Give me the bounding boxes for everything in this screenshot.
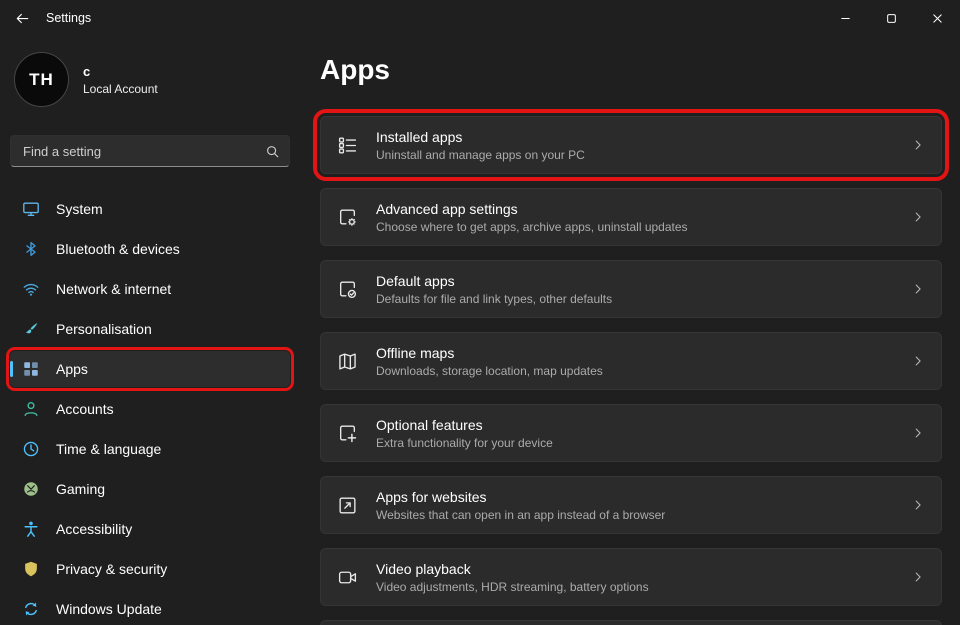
sidebar-item-gaming[interactable]: Gaming: [10, 471, 290, 507]
clock-icon: [22, 440, 40, 458]
settings-card-advanced-app-settings[interactable]: Advanced app settings Choose where to ge…: [320, 188, 942, 246]
card-text: Advanced app settings Choose where to ge…: [376, 201, 688, 234]
sidebar-item-label: Bluetooth & devices: [56, 241, 180, 257]
account-type: Local Account: [83, 82, 158, 96]
card-title: Optional features: [376, 417, 553, 433]
person-icon: [22, 400, 40, 418]
profile-text: c Local Account: [83, 64, 158, 96]
sidebar-item-system[interactable]: System: [10, 191, 290, 227]
sidebar-item-accessibility[interactable]: Accessibility: [10, 511, 290, 547]
back-button[interactable]: [2, 1, 42, 35]
card-subtitle: Defaults for file and link types, other …: [376, 292, 612, 306]
bluetooth-icon: [22, 240, 40, 258]
settings-card-video-playback[interactable]: Video playback Video adjustments, HDR st…: [320, 548, 942, 606]
card-text: Apps for websites Websites that can open…: [376, 489, 665, 522]
card-subtitle: Choose where to get apps, archive apps, …: [376, 220, 688, 234]
monitor-icon: [22, 200, 40, 218]
sidebar-item-network-internet[interactable]: Network & internet: [10, 271, 290, 307]
sidebar-nav: System Bluetooth & devices Network & int…: [10, 191, 290, 625]
search-input[interactable]: [23, 144, 265, 159]
wifi-icon: [22, 280, 40, 298]
sidebar-item-label: Accessibility: [56, 521, 132, 537]
sidebar-item-personalisation[interactable]: Personalisation: [10, 311, 290, 347]
sidebar-item-label: Time & language: [56, 441, 161, 457]
maximize-button[interactable]: [868, 0, 914, 36]
settings-cards-list: Installed apps Uninstall and manage apps…: [320, 116, 960, 625]
chevron-right-icon: [911, 354, 925, 368]
settings-card-offline-maps[interactable]: Offline maps Downloads, storage location…: [320, 332, 942, 390]
settings-card-installed-apps[interactable]: Installed apps Uninstall and manage apps…: [320, 116, 942, 174]
sidebar-item-apps[interactable]: Apps: [10, 351, 290, 387]
card-subtitle: Video adjustments, HDR streaming, batter…: [376, 580, 649, 594]
sidebar-item-label: Privacy & security: [56, 561, 167, 577]
sidebar-item-label: Gaming: [56, 481, 105, 497]
sidebar: TH c Local Account System Bluetooth & de…: [0, 36, 300, 625]
titlebar: Settings: [0, 0, 960, 36]
sidebar-item-time-language[interactable]: Time & language: [10, 431, 290, 467]
chevron-right-icon: [911, 210, 925, 224]
card-subtitle: Extra functionality for your device: [376, 436, 553, 450]
settings-card-optional-features[interactable]: Optional features Extra functionality fo…: [320, 404, 942, 462]
chevron-right-icon: [911, 282, 925, 296]
minimize-button[interactable]: [822, 0, 868, 36]
card-text: Default apps Defaults for file and link …: [376, 273, 612, 306]
installed-apps-icon: [337, 135, 358, 156]
account-name: c: [83, 64, 158, 79]
card-title: Installed apps: [376, 129, 585, 145]
card-text: Installed apps Uninstall and manage apps…: [376, 129, 585, 162]
accessibility-icon: [22, 520, 40, 538]
settings-card-default-apps[interactable]: Default apps Defaults for file and link …: [320, 260, 942, 318]
avatar: TH: [14, 52, 69, 107]
card-title: Apps for websites: [376, 489, 665, 505]
search-box[interactable]: [10, 135, 290, 167]
sidebar-item-privacy-security[interactable]: Privacy & security: [10, 551, 290, 587]
card-subtitle: Websites that can open in an app instead…: [376, 508, 665, 522]
apps-icon: [22, 360, 40, 378]
sidebar-item-bluetooth-devices[interactable]: Bluetooth & devices: [10, 231, 290, 267]
avatar-initials: TH: [29, 70, 54, 90]
window-title: Settings: [46, 11, 91, 25]
settings-card-partial[interactable]: [320, 620, 942, 625]
video-playback-icon: [337, 567, 358, 588]
card-text: Video playback Video adjustments, HDR st…: [376, 561, 649, 594]
sidebar-item-label: Personalisation: [56, 321, 152, 337]
brush-icon: [22, 320, 40, 338]
update-icon: [22, 600, 40, 618]
sidebar-item-windows-update[interactable]: Windows Update: [10, 591, 290, 625]
sidebar-item-label: Accounts: [56, 401, 114, 417]
main-content: Apps Installed apps Uninstall and manage…: [320, 36, 960, 625]
card-subtitle: Downloads, storage location, map updates: [376, 364, 603, 378]
chevron-right-icon: [911, 426, 925, 440]
card-text: Optional features Extra functionality fo…: [376, 417, 553, 450]
card-text: Offline maps Downloads, storage location…: [376, 345, 603, 378]
chevron-right-icon: [911, 498, 925, 512]
search-icon[interactable]: [265, 144, 280, 159]
default-apps-icon: [337, 279, 358, 300]
offline-maps-icon: [337, 351, 358, 372]
sidebar-item-label: Network & internet: [56, 281, 171, 297]
apps-for-websites-icon: [337, 495, 358, 516]
sidebar-item-accounts[interactable]: Accounts: [10, 391, 290, 427]
sidebar-item-label: Windows Update: [56, 601, 162, 617]
close-button[interactable]: [914, 0, 960, 36]
card-title: Default apps: [376, 273, 612, 289]
settings-card-apps-for-websites[interactable]: Apps for websites Websites that can open…: [320, 476, 942, 534]
optional-features-icon: [337, 423, 358, 444]
user-profile[interactable]: TH c Local Account: [14, 52, 286, 107]
page-title: Apps: [320, 54, 960, 86]
chevron-right-icon: [911, 570, 925, 584]
sidebar-item-label: Apps: [56, 361, 88, 377]
gamepad-icon: [22, 480, 40, 498]
shield-icon: [22, 560, 40, 578]
sidebar-item-label: System: [56, 201, 103, 217]
card-title: Advanced app settings: [376, 201, 688, 217]
card-title: Video playback: [376, 561, 649, 577]
card-subtitle: Uninstall and manage apps on your PC: [376, 148, 585, 162]
card-title: Offline maps: [376, 345, 603, 361]
window-controls: [822, 0, 960, 36]
chevron-right-icon: [911, 138, 925, 152]
advanced-app-settings-icon: [337, 207, 358, 228]
